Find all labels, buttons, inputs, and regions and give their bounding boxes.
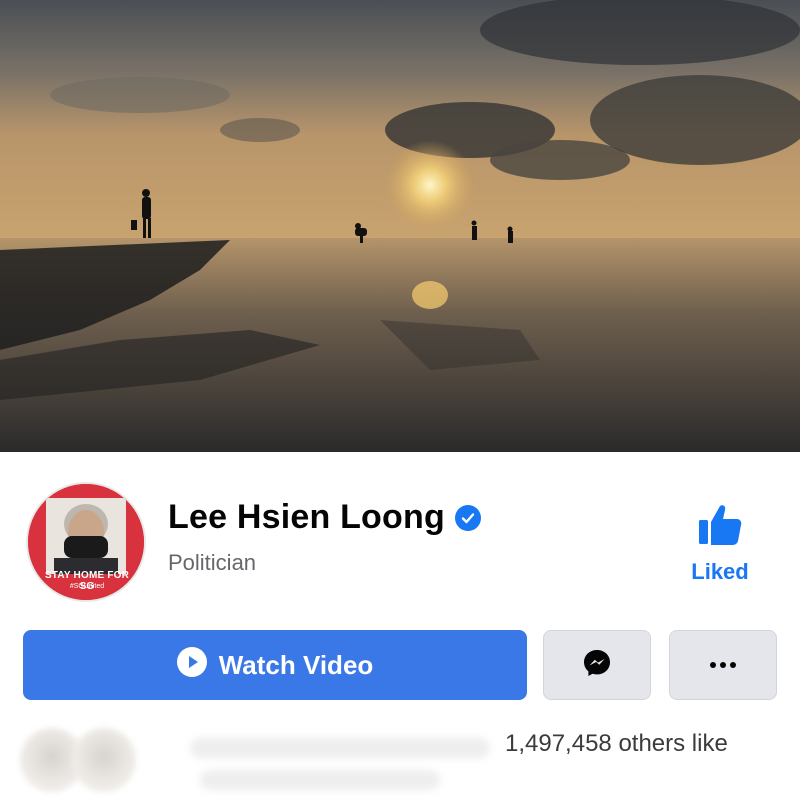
- cover-photo[interactable]: [0, 0, 800, 452]
- like-button[interactable]: Liked: [680, 502, 760, 585]
- watch-video-label: Watch Video: [218, 649, 374, 680]
- more-options-button[interactable]: [669, 630, 777, 700]
- message-button[interactable]: [543, 630, 651, 700]
- profile-header: STAY HOME FOR SG #SGUnited Lee Hsien Loo…: [0, 452, 800, 627]
- likes-count-text: 1,497,458 others like: [505, 730, 728, 757]
- watch-video-button[interactable]: Watch Video: [23, 630, 527, 700]
- more-dots-icon: [709, 656, 737, 674]
- friend-avatars-blurred: [20, 728, 220, 792]
- sunset-beach-image: [0, 0, 800, 452]
- avatar-hashtag: #SGUnited: [69, 583, 105, 590]
- action-bar: Watch Video: [0, 630, 800, 702]
- verified-badge-icon: [454, 504, 481, 531]
- page-category: Politician: [168, 550, 257, 575]
- blurred-friend-names: [190, 738, 490, 758]
- thumbs-up-icon: [697, 505, 743, 552]
- friend-avatar: [72, 728, 136, 792]
- page-name-text: Lee Hsien Loong: [168, 498, 445, 536]
- play-circle-icon: [176, 646, 207, 684]
- blurred-friend-names: [200, 770, 440, 790]
- profile-avatar[interactable]: STAY HOME FOR SG #SGUnited: [26, 482, 146, 602]
- likes-summary[interactable]: 1,497,458 others like: [0, 718, 800, 807]
- messenger-icon: [582, 648, 612, 683]
- like-button-label: Liked: [691, 559, 749, 584]
- page-name[interactable]: Lee Hsien Loong: [168, 498, 481, 537]
